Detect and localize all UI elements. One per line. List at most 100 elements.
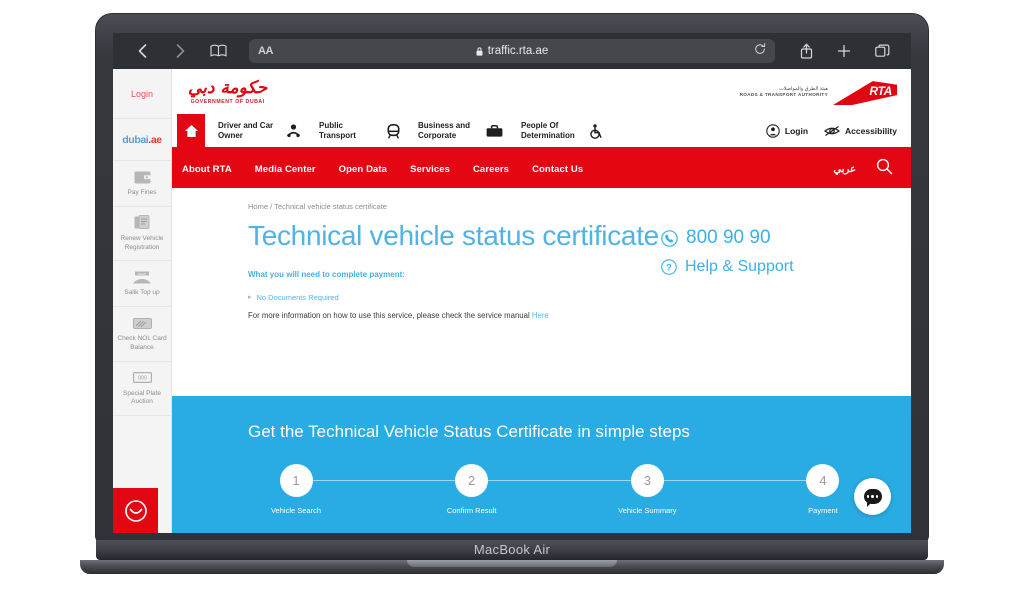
hero-right: 800 90 90 ? Help & Support [661, 221, 891, 320]
nav-home-button[interactable] [177, 113, 205, 149]
step-1[interactable]: 1 Vehicle Search [248, 464, 344, 515]
nav-items: Driver and Car Owner Public Transport Bu… [205, 121, 620, 141]
new-tab-icon[interactable] [827, 38, 861, 64]
laptop-base: MacBook Air [96, 540, 928, 560]
nav-accessibility-button[interactable]: Accessibility [824, 125, 897, 137]
reload-icon[interactable] [754, 42, 766, 60]
nav-item-label: Business and Corporate [418, 121, 471, 140]
page-title: Technical vehicle status certificate [248, 220, 659, 251]
document-icon [115, 214, 169, 232]
forward-button[interactable] [163, 38, 197, 64]
tabs-icon[interactable] [865, 38, 899, 64]
sidebar-item-label: Salik Top up [124, 289, 160, 297]
chat-bubble-icon [863, 489, 882, 507]
wallet-icon [115, 168, 169, 186]
primary-navigation: Driver and Car Owner Public Transport Bu… [172, 113, 911, 150]
chat-button[interactable] [854, 478, 891, 515]
nav-item-label: Public Transport [319, 121, 356, 140]
sidebar-item-label: Pay Fines [127, 189, 157, 196]
eye-accessibility-icon [824, 126, 840, 136]
metro-icon [387, 123, 400, 139]
step-2[interactable]: 2 Confirm Result [424, 464, 520, 515]
bookmarks-icon[interactable] [201, 38, 235, 64]
step-number: 2 [455, 464, 489, 497]
gov-logo-script: حكومة دبي [188, 77, 268, 98]
rta-logo-mark: RTA [833, 79, 897, 105]
sidebar-item-special-plate-auction[interactable]: 000 Special Plate Auction [113, 362, 171, 417]
rta-logo[interactable]: هيئة الطرق والمواصلات ROADS & TRANSPORT … [740, 79, 897, 105]
search-icon[interactable] [876, 158, 893, 180]
menu-item-about-rta[interactable]: About RTA [182, 164, 232, 175]
salik-gate-icon: SALIK [115, 268, 169, 286]
url-display: traffic.rta.ae [249, 45, 775, 57]
nav-item-label: Driver and Car Owner [218, 121, 274, 140]
laptop-screen: AA traffic.rta.ae Login dubai.ae Pay Fin… [113, 33, 911, 533]
steps-track: 1 Vehicle Search 2 Confirm Result 3 Vehi… [248, 464, 871, 520]
gov-logo-text: GOVERNMENT OF DUBAI [190, 98, 265, 105]
breadcrumb[interactable]: Home / Technical vehicle status certific… [172, 202, 911, 211]
site-area: حكومة دبي GOVERNMENT OF DUBAI هيئة الطرق… [172, 69, 911, 533]
nav-item-driver-and-car-owner[interactable]: Driver and Car Owner [218, 121, 301, 141]
question-circle-icon: ? [661, 259, 677, 275]
government-of-dubai-logo[interactable]: حكومة دبي GOVERNMENT OF DUBAI [188, 77, 268, 105]
menu-item-services[interactable]: Services [410, 164, 450, 175]
url-text: traffic.rta.ae [487, 45, 549, 57]
documents-required-label: No Documents Required [256, 292, 339, 302]
sidebar-item-salik-top-up[interactable]: SALIK Salik Top up [113, 261, 171, 308]
happiness-meter-smiley-icon [124, 499, 147, 522]
help-support-row[interactable]: ? Help & Support [661, 258, 891, 276]
phone-row[interactable]: 800 90 90 [661, 227, 891, 249]
step-label: Vehicle Search [270, 506, 322, 515]
sidebar-item-label: Check NOL Card Balance [117, 335, 167, 351]
documents-required-row[interactable]: ▸ No Documents Required [248, 293, 661, 302]
sidebar-login-link[interactable]: Login [113, 69, 171, 119]
service-manual-link[interactable]: Here [532, 311, 549, 320]
page-content: Home / Technical vehicle status certific… [172, 188, 911, 533]
nav-login-label: Login [784, 126, 809, 136]
svg-text:SALIK: SALIK [138, 272, 146, 276]
step-label: Vehicle Summary [618, 506, 677, 515]
service-manual-label: For more information on how to use this … [248, 310, 530, 320]
laptop-foot-notch [407, 560, 617, 567]
device-label: MacBook Air [473, 542, 551, 557]
svg-text:000: 000 [138, 376, 147, 382]
menu-item-media-center[interactable]: Media Center [255, 164, 316, 175]
step-number: 3 [630, 464, 664, 497]
nav-item-business-and-corporate[interactable]: Business and Corporate [418, 121, 503, 141]
nol-card-icon [115, 314, 169, 332]
sidebar-item-check-nol-card-balance[interactable]: Check NOL Card Balance [113, 307, 171, 362]
steps-section: Get the Technical Vehicle Status Certifi… [172, 396, 911, 533]
dubai-ae-logo[interactable]: dubai.ae [113, 119, 171, 161]
menu-item-careers[interactable]: Careers [473, 164, 509, 175]
language-toggle-arabic[interactable]: عربي [833, 164, 856, 175]
rta-logo-english: ROADS & TRANSPORT AUTHORITY [739, 92, 828, 98]
browser-toolbar: AA traffic.rta.ae [113, 33, 911, 69]
menu-item-open-data[interactable]: Open Data [339, 164, 387, 175]
nav-login-button[interactable]: Login [766, 124, 808, 138]
sidebar-item-label: Renew Vehicle Registration [120, 234, 164, 251]
nav-item-people-of-determination[interactable]: People Of Determination [521, 121, 602, 141]
share-icon[interactable] [789, 38, 823, 64]
step-3[interactable]: 3 Vehicle Summary [599, 464, 695, 515]
step-number: 4 [806, 464, 840, 497]
dubai-ae-suffix: .ae [148, 133, 162, 146]
menu-utilities: عربي [833, 158, 911, 180]
back-button[interactable] [125, 38, 159, 64]
address-bar[interactable]: AA traffic.rta.ae [249, 39, 775, 63]
happiness-meter-button[interactable] [113, 488, 158, 533]
sidebar-item-renew-vehicle-registration[interactable]: Renew Vehicle Registration [113, 207, 171, 262]
step-label: Payment [808, 506, 838, 515]
menu-item-contact-us[interactable]: Contact Us [532, 164, 583, 175]
nav-item-label: People Of Determination [521, 121, 575, 140]
sidebar-item-pay-fines[interactable]: Pay Fines [113, 161, 171, 207]
help-support-label: Help & Support [685, 258, 794, 275]
screenshot-stage: AA traffic.rta.ae Login dubai.ae Pay Fin… [0, 0, 1024, 589]
chevron-right-icon: ▸ [248, 294, 252, 302]
home-icon [184, 125, 198, 137]
nav-utility-items: Login Accessibility [766, 124, 911, 138]
lock-icon [476, 46, 483, 56]
secondary-menu-bar: About RTA Media Center Open Data Service… [172, 150, 911, 188]
nav-accessibility-label: Accessibility [845, 126, 897, 136]
nav-item-public-transport[interactable]: Public Transport [319, 121, 400, 141]
service-manual-text: For more information on how to use this … [248, 311, 661, 320]
